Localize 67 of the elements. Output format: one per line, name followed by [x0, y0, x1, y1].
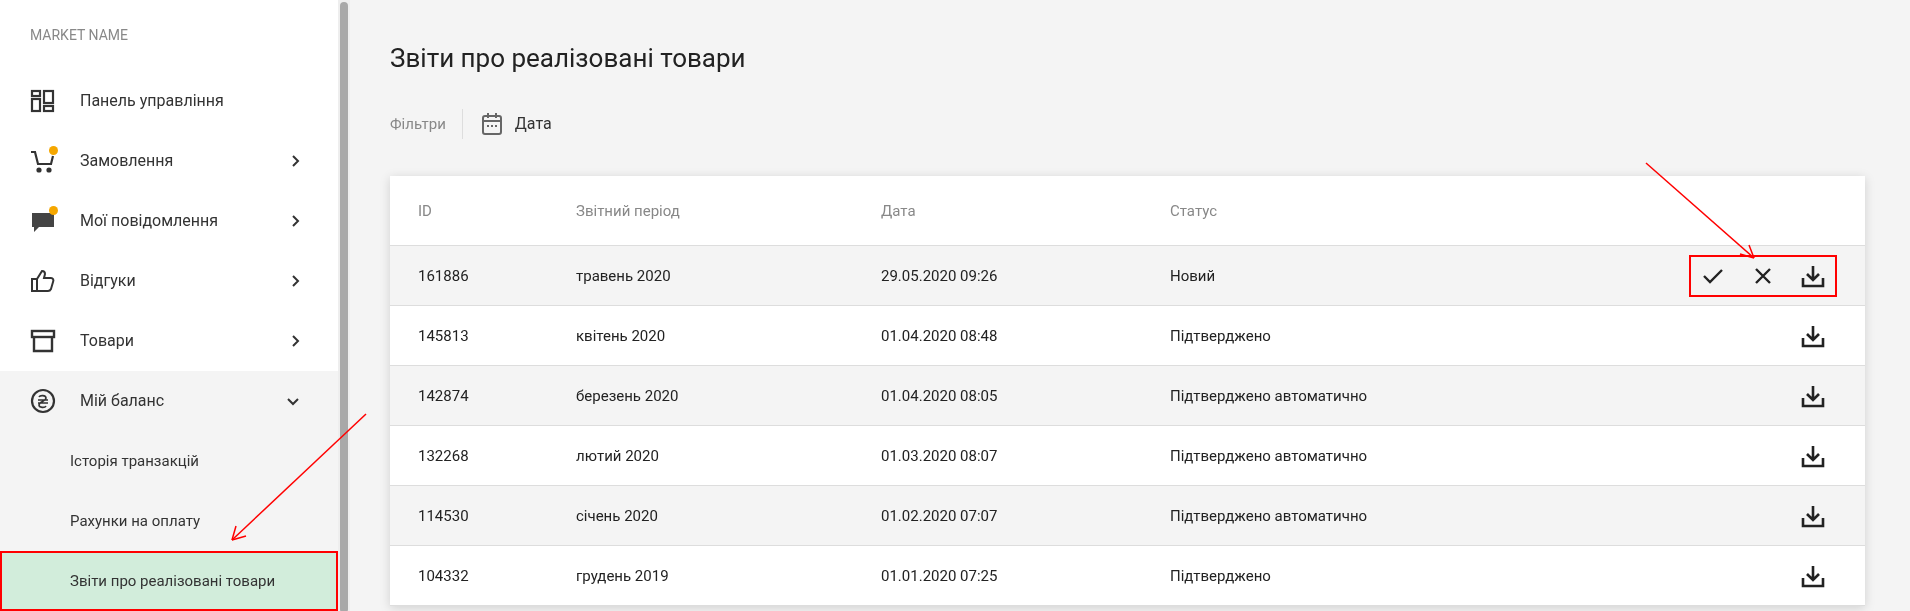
dashboard-icon: [30, 88, 56, 114]
table-cell: 114530: [418, 506, 469, 525]
table-cell: Підтверджено автоматично: [1170, 506, 1368, 525]
table-cell: Підтверджено автоматично: [1170, 386, 1368, 405]
table-cell: Підтверджено: [1170, 326, 1271, 345]
download-icon: [1801, 443, 1825, 468]
table-cell: січень 2020: [576, 506, 658, 525]
page-title: Звіти про реалізовані товари: [390, 42, 747, 75]
close-icon: [1754, 266, 1772, 285]
download-icon: [1801, 323, 1825, 348]
download-button[interactable]: [1801, 563, 1825, 588]
table-cell: 01.04.2020 08:05: [881, 386, 998, 405]
cart-icon: [30, 148, 56, 174]
thumbs-up-icon: [30, 268, 56, 294]
chevron-right-icon: [290, 334, 300, 348]
chevron-right-icon: [290, 214, 300, 228]
table-cell: травень 2020: [576, 266, 671, 285]
download-button[interactable]: [1801, 323, 1825, 348]
filters-label: Фільтри: [390, 109, 463, 139]
table-cell: квітень 2020: [576, 326, 666, 345]
table-cell: грудень 2019: [576, 566, 669, 585]
table-cell: 161886: [418, 266, 469, 285]
sidebar-subitem[interactable]: Рахунки на оплату: [0, 491, 338, 551]
table-cell: 145813: [418, 326, 469, 345]
market-name: MARKET NAME: [29, 26, 129, 45]
sidebar-subitem[interactable]: Звіти про реалізовані товари: [0, 551, 338, 611]
download-button[interactable]: [1801, 263, 1825, 288]
sidebar-item[interactable]: Замовлення: [0, 131, 338, 191]
table-cell: 29.05.2020 09:26: [881, 266, 998, 285]
date-filter[interactable]: Дата: [462, 112, 552, 136]
table-cell: березень 2020: [576, 386, 679, 405]
calendar-icon: [480, 112, 503, 136]
download-button[interactable]: [1801, 443, 1825, 468]
table-cell: 01.01.2020 07:25: [881, 566, 998, 585]
table-cell: Новий: [1170, 266, 1216, 285]
download-button[interactable]: [1801, 383, 1825, 408]
hryvnia-coin-icon: [30, 388, 56, 414]
table-cell: Підтверджено автоматично: [1170, 446, 1368, 465]
download-icon: [1801, 503, 1825, 528]
sidebar-subitem[interactable]: Історія транзакцій: [0, 431, 338, 491]
download-icon: [1801, 263, 1825, 288]
chevron-right-icon: [290, 154, 300, 168]
table-cell: лютий 2020: [576, 446, 659, 465]
sidebar-item[interactable]: Товари: [0, 311, 338, 371]
sidebar-item[interactable]: Відгуки: [0, 251, 338, 311]
table-cell: 142874: [418, 386, 469, 405]
table-cell: 01.04.2020 08:48: [881, 326, 998, 345]
column-header: Дата: [881, 201, 916, 220]
sidebar-item[interactable]: Мої повідомлення: [0, 191, 338, 251]
column-header: Звітний період: [576, 201, 680, 220]
download-button[interactable]: [1801, 503, 1825, 528]
chevron-down-icon: [286, 396, 300, 406]
chevron-right-icon: [290, 274, 300, 288]
table-cell: 104332: [418, 566, 469, 585]
scrollbar-thumb[interactable]: [340, 2, 348, 611]
table-cell: 01.03.2020 08:07: [881, 446, 998, 465]
download-icon: [1801, 383, 1825, 408]
table-cell: 01.02.2020 07:07: [881, 506, 998, 525]
archive-box-icon: [30, 328, 56, 354]
sidebar-item[interactable]: Панель управління: [0, 71, 338, 131]
download-icon: [1801, 563, 1825, 588]
column-header: ID: [418, 201, 432, 220]
table-cell: 132268: [418, 446, 469, 465]
table-cell: Підтверджено: [1170, 566, 1271, 585]
column-header: Статус: [1170, 201, 1218, 220]
checkmark-icon: [1702, 266, 1724, 285]
sidebar-item[interactable]: Мій баланс: [0, 371, 338, 431]
